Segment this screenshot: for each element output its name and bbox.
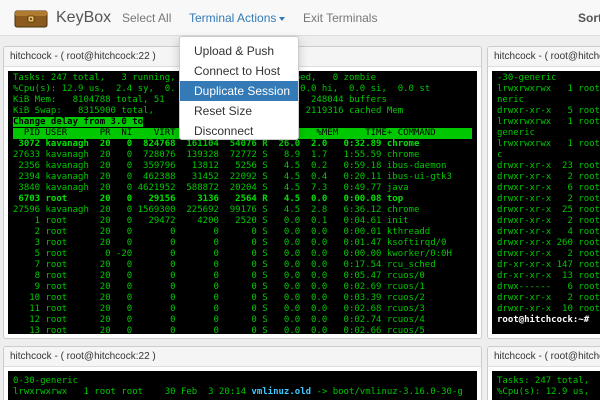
- terminal-line: drwxr-xr-x 5 root: [497, 106, 600, 116]
- select-all-link[interactable]: Select All: [122, 11, 171, 25]
- process-row: 12 root 20 0 0 0 0 S 0.0 0.0 0:02.74 rcu…: [13, 315, 425, 325]
- terminal-line: drwxr-xr-x 10 root: [497, 304, 600, 314]
- terminal-panel-bottom-right[interactable]: hitchcock - ( root@hitchcock:22 ) Tasks:…: [487, 346, 600, 400]
- terminal-line: drwxr-xr-x 2 root: [497, 249, 600, 259]
- process-row: 11 root 20 0 0 0 0 S 0.0 0.0 0:02.68 rcu…: [13, 304, 425, 314]
- terminal-line: drwxr-xr-x 260 root: [497, 238, 600, 248]
- disconnect-menu-item[interactable]: Disconnect: [180, 121, 298, 141]
- symlink-target: -> boot/vmlinuz-3.16.0-30-g: [311, 387, 463, 397]
- terminal-line: drwxr-xr-x 4 root: [497, 227, 600, 237]
- terminal-line: neric: [497, 95, 525, 105]
- terminal-line: drwxr-xr-x 2 root: [497, 172, 600, 182]
- terminal-line: drwx------ 6 root: [497, 282, 600, 292]
- terminal-line: drwxr-xr-x 2 root: [497, 293, 600, 303]
- symlink-name: vmlinuz.old: [251, 387, 312, 397]
- process-row: 7 root 20 0 0 0 0 S 0.0 0.0 0:17.54 rcu_…: [13, 260, 436, 270]
- terminal-line: drwxr-xr-x 6 root: [497, 183, 600, 193]
- process-row: 27633 kavanagh 20 0 728076 139328 72772 …: [13, 150, 420, 160]
- terminal-line: lrwxrwxrwx 1 root: [497, 117, 600, 127]
- terminal-line: generic: [497, 128, 535, 138]
- process-row: 2356 kavanagh 20 0 359796 13812 5256 S 4…: [13, 161, 447, 171]
- panel-title: hitchcock - ( root@hitchcock:22 ): [488, 47, 600, 67]
- terminal-line: 0-30-generic: [13, 376, 79, 386]
- exit-terminals-link[interactable]: Exit Terminals: [303, 11, 377, 25]
- process-row: 8 root 20 0 0 0 0 S 0.0 0.0 0:05.47 rcuo…: [13, 271, 425, 281]
- terminal-line: Tasks: 247 total,: [497, 376, 590, 386]
- process-row: 2 root 20 0 0 0 0 S 0.0 0.0 0:00.01 kthr…: [13, 227, 431, 237]
- terminal-line: lrwxrwxrwx 1 root: [497, 139, 600, 149]
- terminal-screen[interactable]: 0-30-generic lrwxrwxrwx 1 root root 30 F…: [8, 371, 477, 400]
- terminal-actions-label: Terminal Actions: [189, 11, 277, 25]
- process-row: 5 root 0 -20 0 0 0 S 0.0 0.0 0:00.00 kwo…: [13, 249, 452, 259]
- process-row: 27596 kavanagh 20 0 1569300 225692 99176…: [13, 205, 420, 215]
- caret-down-icon: [279, 16, 286, 21]
- terminal-panel-top-right[interactable]: hitchcock - ( root@hitchcock:22 ) -30-ge…: [487, 46, 600, 339]
- terminal-screen[interactable]: -30-generic lrwxrwxrwx 1 root neric drwx…: [492, 71, 600, 334]
- keybox-logo-icon: [14, 10, 48, 28]
- terminal-line: %Cpu(s): 12.9 us,: [497, 387, 590, 397]
- navbar: KeyBox Select All Terminal Actions Exit …: [0, 0, 600, 36]
- terminal-line: drwxr-xr-x 2 root: [497, 216, 600, 226]
- sort-link[interactable]: Sort: [578, 11, 600, 25]
- terminal-line: drwxr-xr-x 25 root: [497, 205, 600, 215]
- duplicate-session-menu-item[interactable]: Duplicate Session: [180, 81, 298, 101]
- process-row: 2394 kavanagh 20 0 462388 31452 22092 S …: [13, 172, 452, 182]
- process-row: 9 root 20 0 0 0 0 S 0.0 0.0 0:02.69 rcuo…: [13, 282, 425, 292]
- connect-to-host-menu-item[interactable]: Connect to Host: [180, 61, 298, 81]
- process-row: 3 root 20 0 0 0 0 S 0.0 0.0 0:01.47 ksof…: [13, 238, 447, 248]
- process-row: 10 root 20 0 0 0 0 S 0.0 0.0 0:03.39 rcu…: [13, 293, 425, 303]
- process-row: 13 root 20 0 0 0 0 S 0.0 0.0 0:02.66 rcu…: [13, 326, 425, 334]
- terminal-line: c: [497, 150, 503, 160]
- file-listing-prefix: lrwxrwxrwx 1 root root 30 Feb 3 20:14: [13, 387, 252, 397]
- panel-title: hitchcock - ( root@hitchcock:22 ): [4, 347, 481, 367]
- brand-name: KeyBox: [56, 9, 112, 26]
- terminal-line: drwxr-xr-x 23 root: [497, 161, 600, 171]
- terminal-line: dr-xr-xr-x 13 root: [497, 271, 600, 281]
- terminal-actions-menu[interactable]: Terminal Actions: [189, 11, 286, 25]
- process-row: 1 root 20 0 29472 4200 2520 S 0.0 0.1 0:…: [13, 216, 409, 226]
- reset-size-menu-item[interactable]: Reset Size: [180, 101, 298, 121]
- brand[interactable]: KeyBox: [14, 6, 111, 30]
- upload-push-menu-item[interactable]: Upload & Push: [180, 41, 298, 61]
- terminal-line: lrwxrwxrwx 1 root: [497, 84, 600, 94]
- process-row: 3840 kavanagh 20 0 4621952 588872 20204 …: [13, 183, 409, 193]
- panel-title: hitchcock - ( root@hitchcock:22 ): [488, 347, 600, 367]
- terminal-line: drwxr-xr-x 2 root: [497, 194, 600, 204]
- terminal-prompt: root@hitchcock:~#: [497, 315, 590, 325]
- terminal-actions-dropdown: Upload & Push Connect to Host Duplicate …: [179, 36, 299, 140]
- process-row: 6703 root 20 0 29156 3136 2564 R 4.5 0.0…: [13, 194, 404, 204]
- terminal-line: lrwxrwxrwx 1 root root 30 Feb 3 20:14 vm…: [13, 387, 472, 398]
- terminal-prompt-line: Change delay from 3.0 to: [13, 117, 144, 127]
- terminal-line: dr-xr-xr-x 147 root: [497, 260, 600, 270]
- terminal-screen[interactable]: Tasks: 247 total, %Cpu(s): 12.9 us,: [492, 371, 600, 400]
- app-window: KeyBox Select All Terminal Actions Exit …: [0, 0, 600, 400]
- terminal-line: -30-generic: [497, 73, 557, 83]
- terminal-panel-bottom-left[interactable]: hitchcock - ( root@hitchcock:22 ) 0-30-g…: [3, 346, 482, 400]
